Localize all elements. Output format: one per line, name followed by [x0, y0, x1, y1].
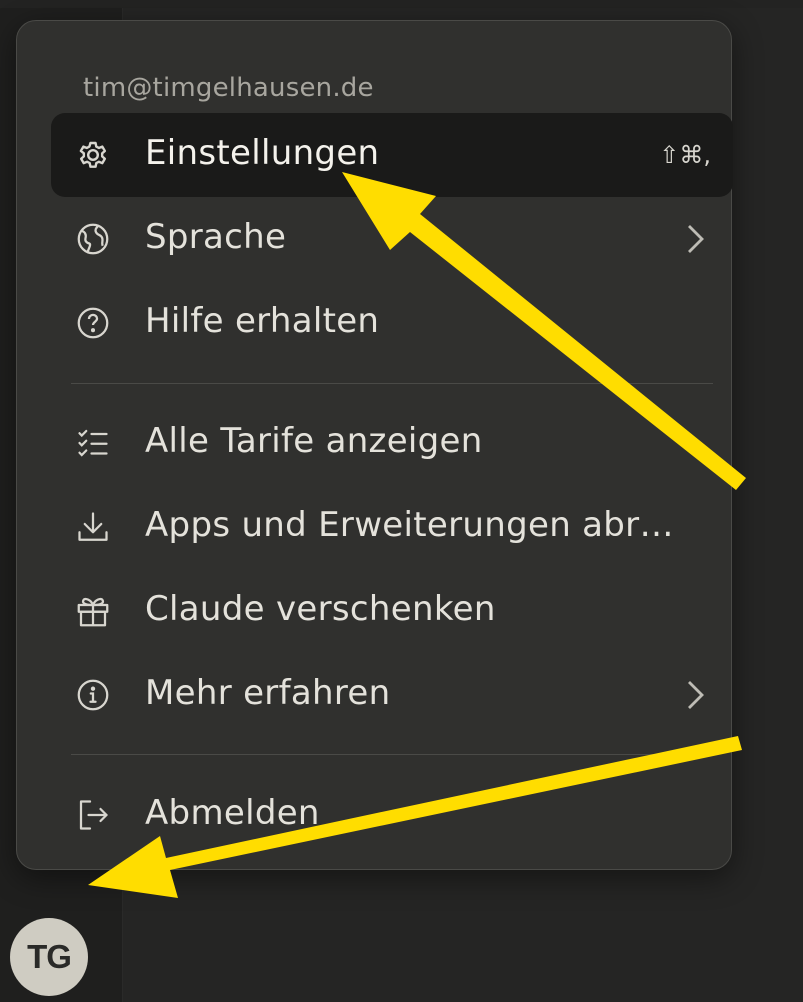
window-top-edge — [0, 0, 803, 8]
menu-item-download-apps[interactable]: Apps und Erweiterungen abr… — [51, 485, 733, 569]
menu-item-get-help[interactable]: Hilfe erhalten — [51, 281, 733, 365]
help-circle-icon — [75, 305, 111, 341]
globe-icon — [75, 221, 111, 257]
chevron-right-icon — [685, 223, 705, 255]
menu-item-label: Apps und Erweiterungen abr… — [145, 505, 674, 545]
download-icon — [75, 509, 111, 545]
user-avatar-button[interactable]: TG — [10, 918, 88, 996]
keyboard-shortcut: ⇧⌘, — [659, 141, 711, 169]
checklist-icon — [75, 425, 111, 461]
gear-icon — [75, 137, 111, 173]
menu-divider — [71, 754, 713, 755]
menu-item-gift-claude[interactable]: Claude verschenken — [51, 569, 733, 653]
menu-item-label: Sprache — [145, 217, 287, 257]
menu-divider — [71, 383, 713, 384]
menu-item-label: Alle Tarife anzeigen — [145, 421, 483, 461]
menu-item-language[interactable]: Sprache — [51, 197, 733, 281]
menu-item-label: Claude verschenken — [145, 589, 496, 629]
menu-item-label: Mehr erfahren — [145, 673, 391, 713]
logout-icon — [75, 797, 111, 833]
gift-icon — [75, 593, 111, 629]
menu-item-label: Abmelden — [145, 793, 320, 833]
menu-item-view-plans[interactable]: Alle Tarife anzeigen — [51, 401, 733, 485]
menu-item-label: Einstellungen — [145, 133, 380, 173]
info-circle-icon — [75, 677, 111, 713]
menu-item-label: Hilfe erhalten — [145, 301, 380, 341]
menu-item-logout[interactable]: Abmelden — [51, 773, 733, 857]
menu-item-learn-more[interactable]: Mehr erfahren — [51, 653, 733, 737]
user-account-menu: tim@timgelhausen.de Einstellungen ⇧⌘, Sp… — [16, 20, 733, 870]
menu-item-settings[interactable]: Einstellungen ⇧⌘, — [51, 113, 733, 197]
chevron-right-icon — [685, 679, 705, 711]
account-email: tim@timgelhausen.de — [83, 73, 374, 103]
